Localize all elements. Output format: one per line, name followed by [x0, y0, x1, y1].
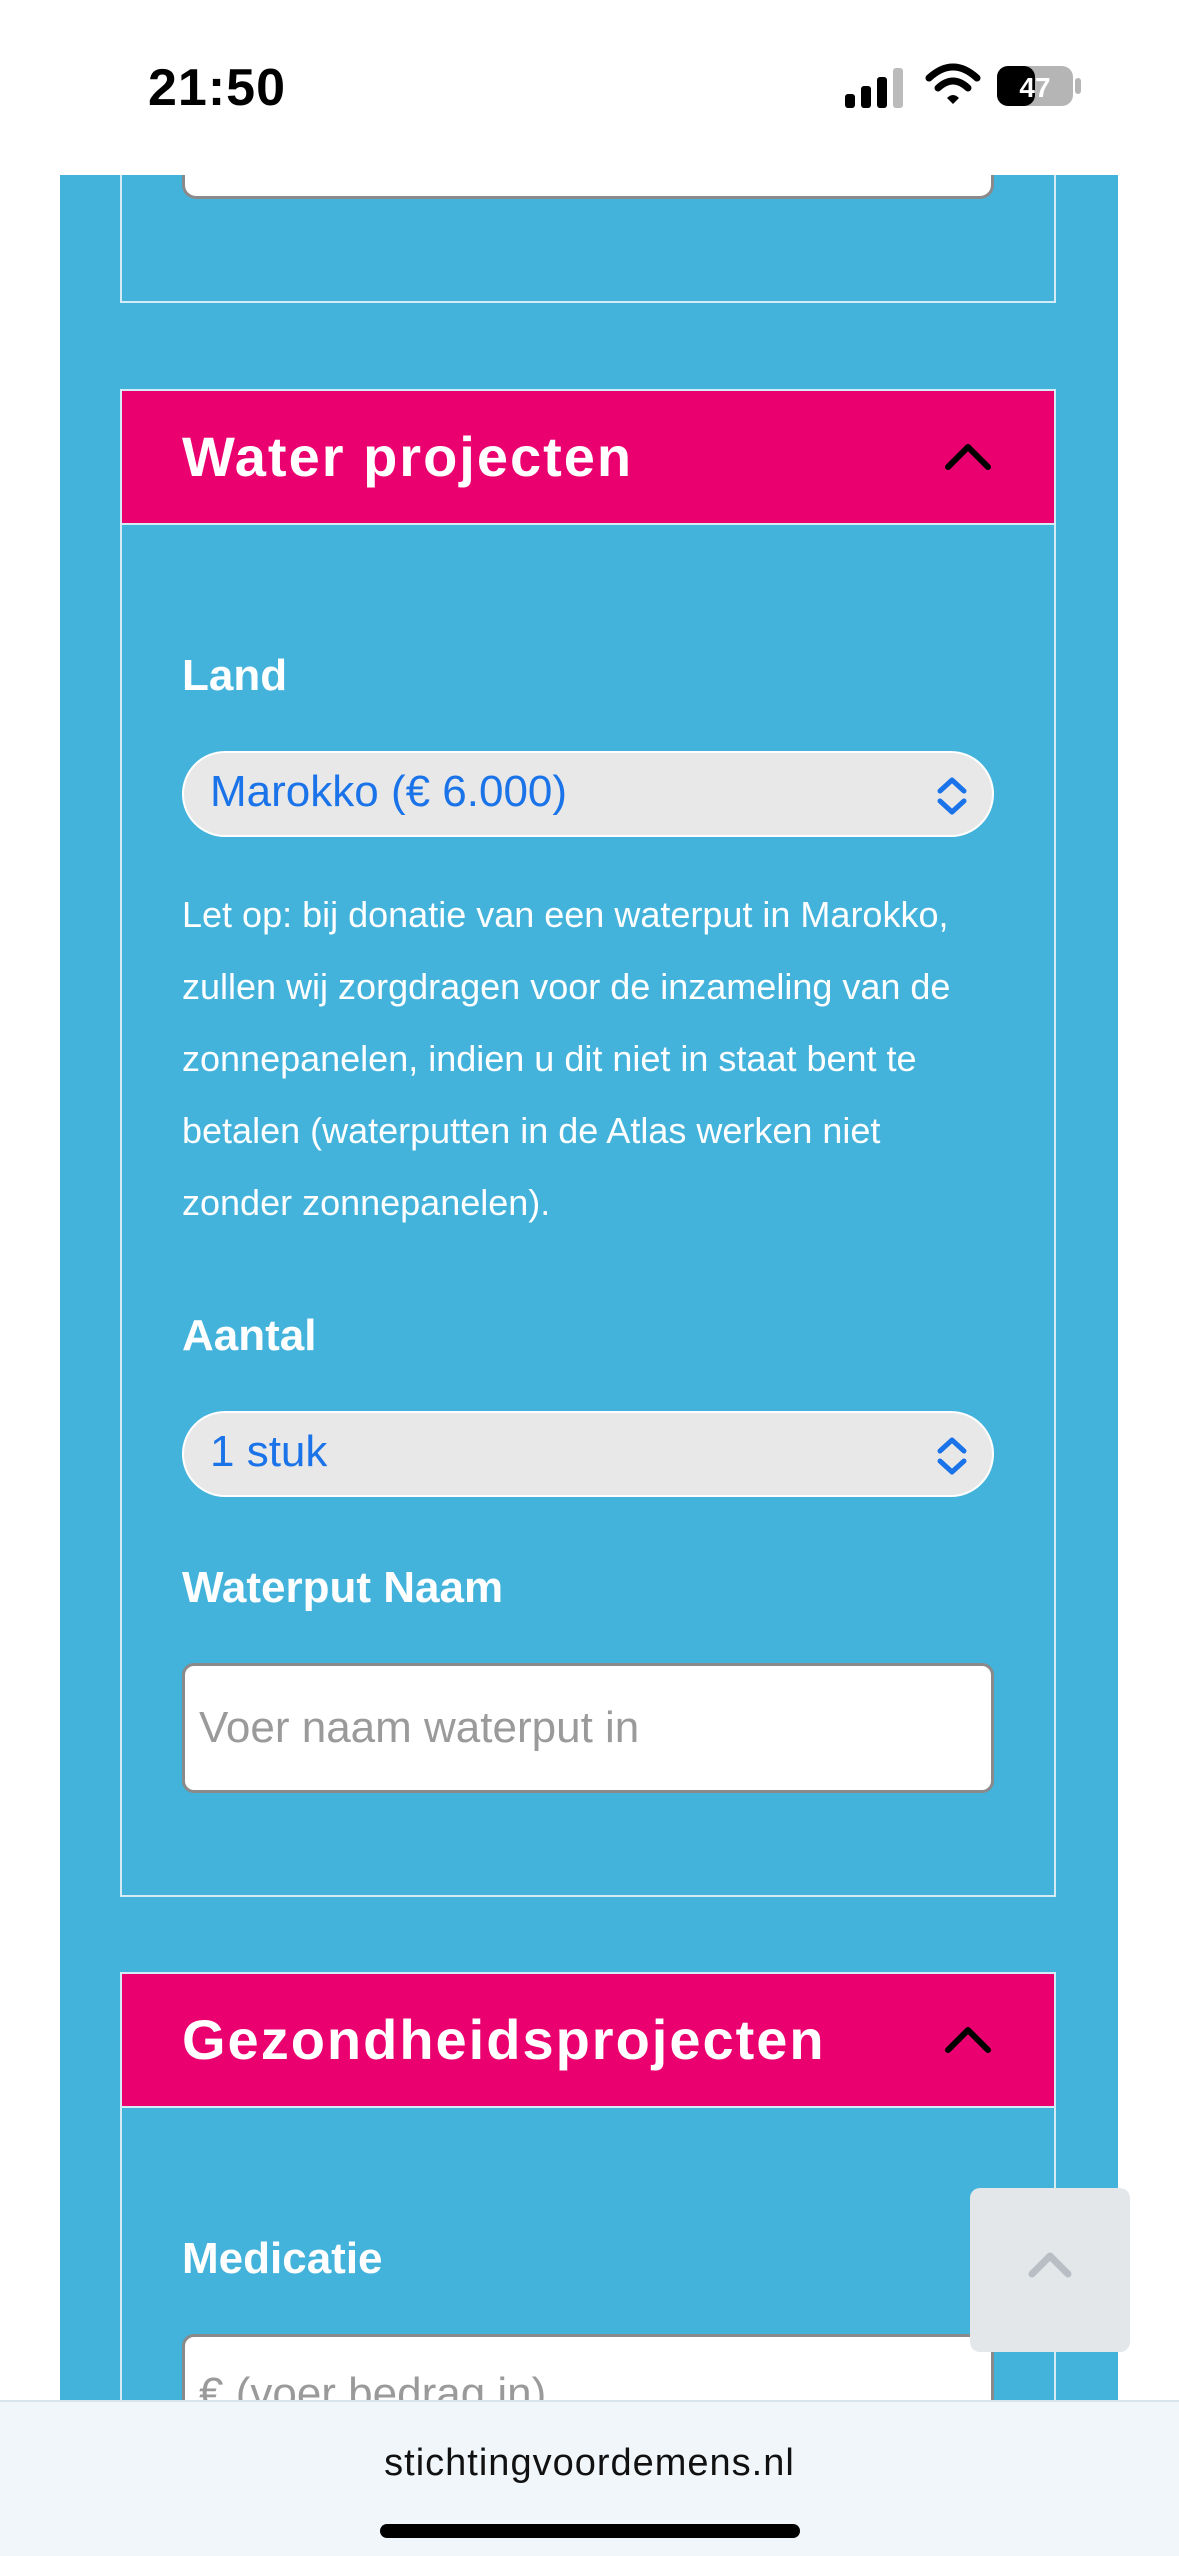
- status-bar: 21:50 47: [0, 0, 1179, 175]
- health-projects-title: Gezondheidsprojecten: [182, 2008, 826, 2071]
- water-projects-header[interactable]: Water projecten: [122, 391, 1054, 525]
- scroll-to-top-button[interactable]: [970, 2188, 1130, 2352]
- donation-form: Water projecten Land Marokko (€ 6.000) L…: [60, 175, 1118, 2400]
- medicatie-amount-input[interactable]: [182, 2334, 994, 2400]
- chevron-up-icon[interactable]: [944, 439, 992, 471]
- wifi-icon: [925, 63, 981, 104]
- browser-url[interactable]: stichtingvoordemens.nl: [0, 2442, 1179, 2485]
- battery-level: 47: [1019, 72, 1050, 103]
- select-arrows-icon: [937, 1437, 967, 1475]
- land-select[interactable]: Marokko (€ 6.000): [182, 751, 994, 837]
- signal-icon: [845, 68, 903, 108]
- aantal-label: Aantal: [182, 1311, 317, 1360]
- status-time: 21:50: [148, 59, 286, 117]
- select-arrows-icon: [937, 777, 967, 815]
- health-projects-section: Gezondheidsprojecten Medicatie: [120, 1972, 1056, 2400]
- previous-input-field[interactable]: [182, 175, 994, 199]
- home-indicator: [380, 2524, 800, 2538]
- scroll-top-icon: [1028, 2252, 1072, 2278]
- land-label: Land: [182, 651, 288, 700]
- waterput-naam-label: Waterput Naam: [182, 1563, 504, 1612]
- battery-icon: 47: [997, 66, 1081, 106]
- water-projects-title: Water projecten: [182, 425, 634, 488]
- chevron-up-icon[interactable]: [944, 2022, 992, 2054]
- aantal-select-value: 1 stuk: [210, 1427, 328, 1476]
- health-projects-header[interactable]: Gezondheidsprojecten: [122, 1974, 1054, 2108]
- browser-address-bar[interactable]: stichtingvoordemens.nl: [0, 2400, 1179, 2556]
- water-projects-section: Water projecten Land Marokko (€ 6.000) L…: [120, 389, 1056, 1897]
- waterput-naam-input[interactable]: [182, 1663, 994, 1793]
- medicatie-label: Medicatie: [182, 2234, 383, 2283]
- waterput-note: Let op: bij donatie van een waterput in …: [182, 894, 951, 1223]
- previous-section-panel: [120, 175, 1056, 303]
- aantal-select[interactable]: 1 stuk: [182, 1411, 994, 1497]
- land-select-value: Marokko (€ 6.000): [210, 767, 568, 816]
